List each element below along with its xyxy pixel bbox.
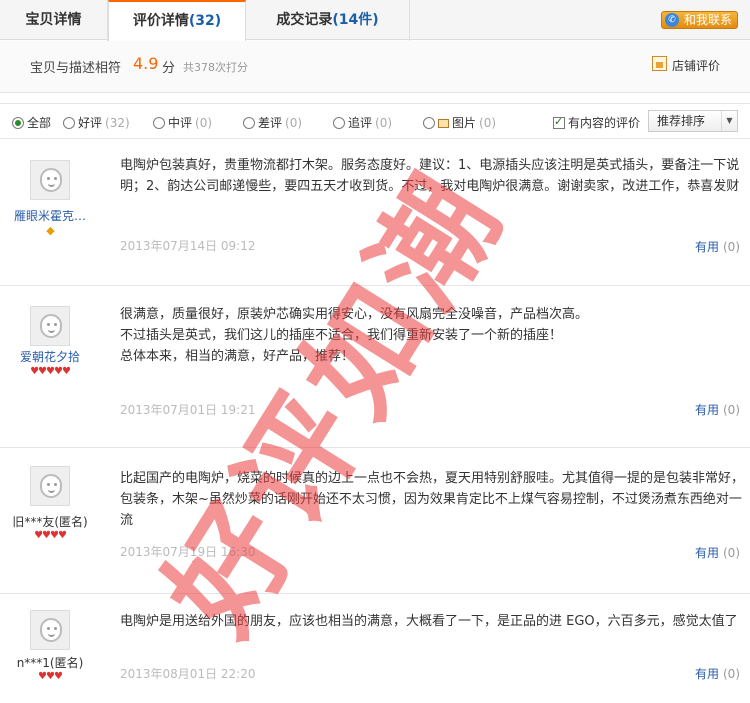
- useful-label: 有用: [694, 546, 719, 560]
- reviewer-rank-hearts: ♥♥♥♥: [34, 530, 67, 541]
- filter-followup[interactable]: 追评 (0): [333, 114, 392, 131]
- useful-button[interactable]: 有用 (0): [695, 544, 740, 561]
- sort-value: 推荐排序: [657, 114, 706, 128]
- review-date: 2013年07月14日 09:12: [120, 239, 256, 253]
- review-item: 雁眼米霍克… ◆ 电陶炉包装真好，贵重物流都打木架。服务态度好。建议：1、电源插…: [0, 140, 750, 286]
- shop-rating-link[interactable]: 店铺评价: [651, 56, 720, 74]
- shop-rating-label: 店铺评价: [671, 59, 720, 73]
- filter-bad[interactable]: 差评 (0): [243, 114, 302, 131]
- default-avatar-icon: [40, 618, 62, 642]
- filter-count: (0): [375, 116, 393, 130]
- filter-label: 差评: [258, 116, 283, 130]
- score-value: 4.9: [133, 54, 159, 73]
- filter-label: 中评: [168, 116, 193, 130]
- filter-label: 全部: [27, 116, 52, 130]
- review-text: 电陶炉是用送给外国的朋友，应该也相当的满意，大概看了一下，是正品的进 EGO，六…: [120, 611, 748, 632]
- review-line: 很满意，质量很好，原装炉芯确实用得安心，没有风扇完全没噪音，产品档次高。: [120, 307, 589, 322]
- review-item: 旧***友(匿名) ♥♥♥♥ 比起国产的电陶炉，烧菜的时候真的边上一点也不会热，…: [0, 448, 750, 594]
- contact-seller-button[interactable]: ✆ 和我联系: [660, 11, 738, 29]
- filter-all[interactable]: 全部: [12, 114, 51, 131]
- useful-count: (0): [723, 667, 740, 681]
- tab-reviews[interactable]: 评价详情(32): [108, 0, 246, 41]
- filter-count: (32): [105, 116, 130, 130]
- useful-label: 有用: [694, 667, 719, 681]
- tab-count: (14件): [332, 12, 379, 28]
- filter-count: (0): [479, 116, 497, 130]
- review-date: 2013年07月01日 19:21: [120, 403, 256, 417]
- default-avatar-icon: [40, 474, 62, 498]
- store-icon: [651, 56, 667, 71]
- reviewer-rank-hearts: ♥♥♥♥♥: [30, 366, 71, 377]
- score-count: 共378次打分: [183, 61, 248, 74]
- filter-bar: 全部 好评(32) 中评(0) 差评(0) 追评(0) 图片(0) 有内容的评价…: [0, 103, 750, 139]
- filter-count: (0): [285, 116, 303, 130]
- review-text: 电陶炉包装真好，贵重物流都打木架。服务态度好。建议：1、电源插头应该注明是英式插…: [120, 155, 748, 197]
- reviewer-name[interactable]: 爱朝花夕拾: [0, 348, 100, 365]
- tab-label: 宝贝详情: [25, 12, 82, 28]
- review-item: 爱朝花夕拾 ♥♥♥♥♥ 很满意，质量很好，原装炉芯确实用得安心，没有风扇完全没噪…: [0, 286, 750, 448]
- avatar[interactable]: [30, 306, 70, 346]
- avatar[interactable]: [30, 160, 70, 200]
- review-date: 2013年08月01日 22:20: [120, 667, 256, 681]
- review-line: 比起国产的电陶炉，烧菜的时候真的边上一点也不会热，夏天用特别舒服哇。尤其值得一提…: [120, 471, 745, 528]
- useful-button[interactable]: 有用 (0): [695, 665, 740, 682]
- filter-good[interactable]: 好评 (32): [63, 114, 130, 131]
- filter-count: (0): [195, 116, 213, 130]
- radio-icon[interactable]: [63, 117, 75, 129]
- contact-label: 和我联系: [683, 13, 732, 27]
- reviewer-name[interactable]: 旧***友(匿名): [0, 513, 100, 530]
- picture-icon: [438, 119, 449, 128]
- chevron-down-icon: ▼: [721, 111, 737, 131]
- reviewer-name[interactable]: n***1(匿名): [0, 654, 100, 671]
- checkbox-icon[interactable]: [553, 115, 565, 129]
- sort-select[interactable]: 推荐排序 ▼: [648, 110, 738, 132]
- filter-label: 有内容的评价: [568, 116, 641, 130]
- useful-count: (0): [723, 546, 740, 560]
- tab-transactions[interactable]: 成交记录(14件): [246, 0, 410, 41]
- radio-icon[interactable]: [12, 117, 24, 129]
- tab-item-details[interactable]: 宝贝详情: [0, 0, 108, 41]
- tab-label: 评价详情: [132, 13, 189, 29]
- review-text: 很满意，质量很好，原装炉芯确实用得安心，没有风扇完全没噪音，产品档次高。 不过插…: [120, 304, 748, 367]
- filter-label: 追评: [348, 116, 373, 130]
- filter-label: 图片: [452, 116, 477, 130]
- tab-bar: 宝贝详情 评价详情(32) 成交记录(14件) ✆ 和我联系: [0, 0, 750, 41]
- radio-icon[interactable]: [153, 117, 165, 129]
- reviewer-rank-hearts: ♥♥♥: [38, 671, 63, 682]
- reviewer-rank-diamond: ◆: [46, 224, 54, 237]
- useful-button[interactable]: 有用 (0): [695, 238, 740, 255]
- reviewer-name[interactable]: 雁眼米霍克…: [0, 207, 100, 224]
- filter-has-content[interactable]: 有内容的评价: [553, 114, 640, 131]
- review-line: 不过插头是英式，我们这儿的插座不适合，我们得重新安装了一个新的插座！: [120, 328, 563, 343]
- filter-neutral[interactable]: 中评 (0): [153, 114, 212, 131]
- default-avatar-icon: [40, 168, 62, 192]
- radio-icon[interactable]: [243, 117, 255, 129]
- review-text: 比起国产的电陶炉，烧菜的时候真的边上一点也不会热，夏天用特别舒服哇。尤其值得一提…: [120, 468, 748, 531]
- review-date: 2013年07月19日 16:30: [120, 545, 256, 559]
- review-line: 电陶炉包装真好，贵重物流都打木架。服务态度好。建议：1、电源插头应该注明是英式插…: [120, 158, 740, 194]
- chat-icon: ✆: [664, 13, 679, 27]
- useful-count: (0): [723, 240, 740, 254]
- review-item: n***1(匿名) ♥♥♥ 电陶炉是用送给外国的朋友，应该也相当的满意，大概看了…: [0, 594, 750, 703]
- avatar[interactable]: [30, 466, 70, 506]
- score-unit: 分: [162, 61, 176, 76]
- radio-icon[interactable]: [333, 117, 345, 129]
- tab-count: (32): [188, 13, 222, 29]
- review-line: 电陶炉是用送给外国的朋友，应该也相当的满意，大概看了一下，是正品的进 EGO，六…: [120, 614, 738, 629]
- score-bar: 宝贝与描述相符 4.9 分 共378次打分 店铺评价: [0, 41, 750, 93]
- review-line: 总体本来，相当的满意，好产品，推荐！: [120, 349, 355, 364]
- useful-label: 有用: [694, 403, 719, 417]
- default-avatar-icon: [40, 314, 62, 338]
- useful-count: (0): [723, 403, 740, 417]
- avatar[interactable]: [30, 610, 70, 650]
- score-label: 宝贝与描述相符: [30, 61, 122, 76]
- tab-label: 成交记录: [276, 12, 333, 28]
- radio-icon[interactable]: [423, 117, 435, 129]
- filter-label: 好评: [78, 116, 103, 130]
- useful-button[interactable]: 有用 (0): [695, 401, 740, 418]
- filter-photo[interactable]: 图片 (0): [423, 114, 496, 131]
- useful-label: 有用: [694, 240, 719, 254]
